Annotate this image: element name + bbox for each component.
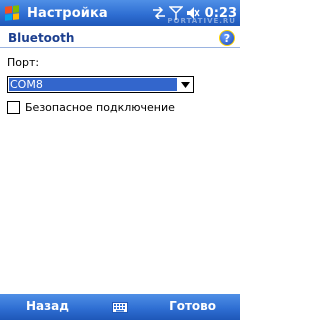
port-label: Порт: <box>7 56 40 69</box>
help-icon[interactable]: ? <box>219 30 235 46</box>
secure-connection-label: Безопасное подключение <box>25 100 175 114</box>
windows-start-icon <box>5 5 19 21</box>
done-softkey[interactable]: Готово <box>169 299 216 313</box>
header-divider <box>0 47 240 48</box>
page-title: Bluetooth <box>8 31 75 45</box>
keyboard-icon[interactable] <box>112 299 128 313</box>
watermark: PORTATIVE.RU <box>167 17 236 25</box>
secure-connection-row[interactable]: Безопасное подключение <box>7 100 175 114</box>
back-softkey[interactable]: Назад <box>26 299 69 313</box>
chevron-down-icon[interactable] <box>177 77 193 92</box>
softkey-bar: Назад Готово <box>0 294 240 320</box>
secure-connection-checkbox[interactable] <box>7 100 20 114</box>
title-bar: Настройка 0:23 PORTATIVE.RU <box>0 0 240 26</box>
app-title: Настройка <box>27 5 108 21</box>
start-button[interactable] <box>0 0 24 26</box>
connectivity-icon[interactable] <box>152 6 166 20</box>
port-dropdown[interactable]: COM8 <box>7 76 194 93</box>
help-glyph: ? <box>223 31 231 45</box>
port-selected-value: COM8 <box>9 78 177 91</box>
